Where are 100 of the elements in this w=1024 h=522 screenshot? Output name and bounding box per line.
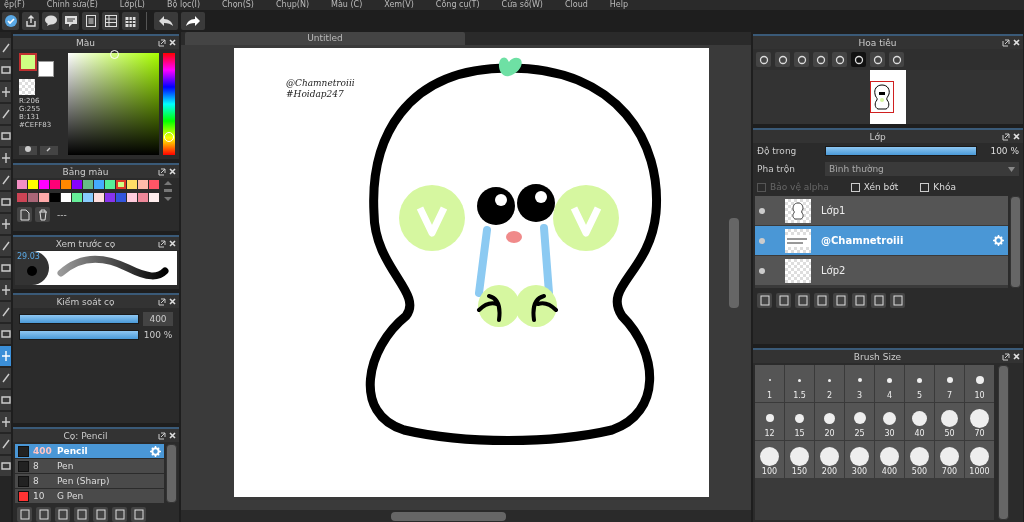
tool-icon[interactable] — [0, 214, 11, 234]
tool-icon[interactable] — [0, 170, 11, 190]
brush-size-option[interactable]: 3 — [845, 365, 874, 402]
canvas[interactable]: @Chamnetroiii #Hoidap247 — [234, 48, 709, 497]
redo-icon[interactable] — [181, 12, 205, 30]
brush-size-option[interactable]: 400 — [875, 441, 904, 478]
tool-icon[interactable] — [0, 82, 11, 102]
color-swatch[interactable] — [72, 180, 82, 189]
tool-icon[interactable] — [0, 258, 11, 278]
color-swatch[interactable] — [105, 180, 115, 189]
visibility-icon[interactable] — [759, 207, 765, 214]
grid-icon[interactable] — [122, 12, 139, 30]
color-swatch[interactable] — [39, 180, 49, 189]
color-swatch[interactable] — [28, 192, 38, 202]
brush-size-option[interactable]: 10 — [965, 365, 994, 402]
close-icon[interactable] — [1013, 133, 1020, 140]
scrollbar[interactable] — [166, 444, 177, 503]
brush-item[interactable]: 8 Pen — [15, 459, 164, 473]
scrollbar[interactable] — [998, 365, 1009, 520]
hue-slider[interactable] — [163, 53, 175, 155]
popout-icon[interactable] — [158, 167, 166, 176]
tool-icon[interactable] — [0, 390, 11, 410]
brush-size-option[interactable]: 30 — [875, 403, 904, 440]
checkmark-icon[interactable] — [2, 12, 19, 30]
vertical-scrollbar[interactable] — [729, 218, 739, 308]
transparent-swatch[interactable] — [19, 79, 35, 95]
color-swatch[interactable] — [50, 192, 60, 202]
foreground-color-swatch[interactable] — [19, 53, 37, 71]
color-swatch[interactable] — [72, 192, 82, 202]
color-swatch[interactable] — [116, 192, 126, 202]
layer-row[interactable]: Lớp2 — [755, 256, 1008, 285]
color-swatch[interactable] — [138, 180, 148, 189]
close-icon[interactable] — [169, 168, 176, 175]
brush-size-option[interactable]: 150 — [785, 441, 814, 478]
brush-size-option[interactable]: 200 — [815, 441, 844, 478]
tool-icon[interactable] — [0, 126, 11, 146]
color-swatch[interactable] — [50, 180, 60, 189]
tool-icon[interactable] — [0, 368, 11, 388]
brush-size-option[interactable]: 700 — [935, 441, 964, 478]
background-color-swatch[interactable] — [38, 61, 54, 77]
color-swatch[interactable] — [116, 180, 126, 189]
brush-size-option[interactable]: 500 — [905, 441, 934, 478]
popout-icon[interactable] — [158, 297, 166, 306]
popout-icon[interactable] — [1002, 352, 1010, 361]
brush-size-option[interactable]: 12 — [755, 403, 784, 440]
tool-icon[interactable] — [0, 280, 11, 300]
brush-size-option[interactable]: 1.5 — [785, 365, 814, 402]
color-swatch[interactable] — [149, 180, 159, 189]
popout-icon[interactable] — [1002, 132, 1010, 141]
brush-size-option[interactable]: 4 — [875, 365, 904, 402]
menu-item[interactable]: Màu (C) — [331, 0, 363, 10]
tool-icon[interactable] — [0, 434, 11, 454]
color-swatch[interactable] — [105, 192, 115, 202]
settings-icon[interactable] — [150, 445, 161, 457]
brush-size-option[interactable]: 100 — [755, 441, 784, 478]
popout-icon[interactable] — [158, 431, 166, 440]
share-icon[interactable] — [22, 12, 39, 30]
view-frame[interactable] — [870, 81, 894, 113]
brush-size-option[interactable]: 20 — [815, 403, 844, 440]
close-icon[interactable] — [169, 39, 176, 46]
brush-size-option[interactable]: 70 — [965, 403, 994, 440]
popout-icon[interactable] — [158, 239, 166, 248]
brush-size-option[interactable]: 1 — [755, 365, 784, 402]
brush-size-option[interactable]: 5 — [905, 365, 934, 402]
color-swatch[interactable] — [94, 180, 104, 189]
color-swatch[interactable] — [127, 192, 137, 202]
color-swatch[interactable] — [17, 192, 27, 202]
document-icon[interactable] — [82, 12, 99, 30]
menu-item[interactable]: Cửa sổ(W) — [501, 0, 543, 10]
tool-icon[interactable] — [0, 236, 11, 256]
brush-size-option[interactable]: 300 — [845, 441, 874, 478]
menu-item[interactable]: Chụp(N) — [276, 0, 309, 10]
brush-size-option[interactable]: 2 — [815, 365, 844, 402]
tool-icon[interactable] — [0, 38, 11, 58]
color-swatch[interactable] — [83, 192, 93, 202]
menu-item[interactable]: Cloud — [564, 0, 588, 10]
color-swatch[interactable] — [28, 180, 38, 189]
menu-item[interactable]: Công cụ(T) — [435, 0, 480, 10]
tool-icon[interactable] — [0, 324, 11, 344]
brush-item[interactable]: 10 G Pen — [15, 489, 164, 503]
scrollbar[interactable] — [1010, 196, 1021, 288]
blend-mode-dropdown[interactable]: Bình thường — [825, 162, 1019, 176]
tool-icon[interactable] — [0, 302, 11, 322]
tool-icon[interactable] — [0, 192, 11, 212]
color-swatch[interactable] — [17, 180, 27, 189]
tool-icon[interactable] — [0, 104, 11, 124]
color-swatch[interactable] — [61, 180, 71, 189]
comment-icon[interactable] — [62, 12, 79, 30]
color-swatch[interactable] — [138, 192, 148, 202]
menu-item[interactable]: Help — [609, 0, 629, 10]
brush-size-option[interactable]: 1000 — [965, 441, 994, 478]
color-swatch[interactable] — [61, 192, 71, 202]
brush-size-option[interactable]: 40 — [905, 403, 934, 440]
list-settings-icon[interactable] — [102, 12, 119, 30]
speech-bubble-icon[interactable] — [42, 12, 59, 30]
color-swatch[interactable] — [149, 192, 159, 202]
checkbox[interactable]: Khóa — [920, 182, 956, 192]
undo-icon[interactable] — [154, 12, 178, 30]
visibility-icon[interactable] — [759, 267, 765, 274]
canvas-thumbnail[interactable] — [870, 70, 906, 124]
